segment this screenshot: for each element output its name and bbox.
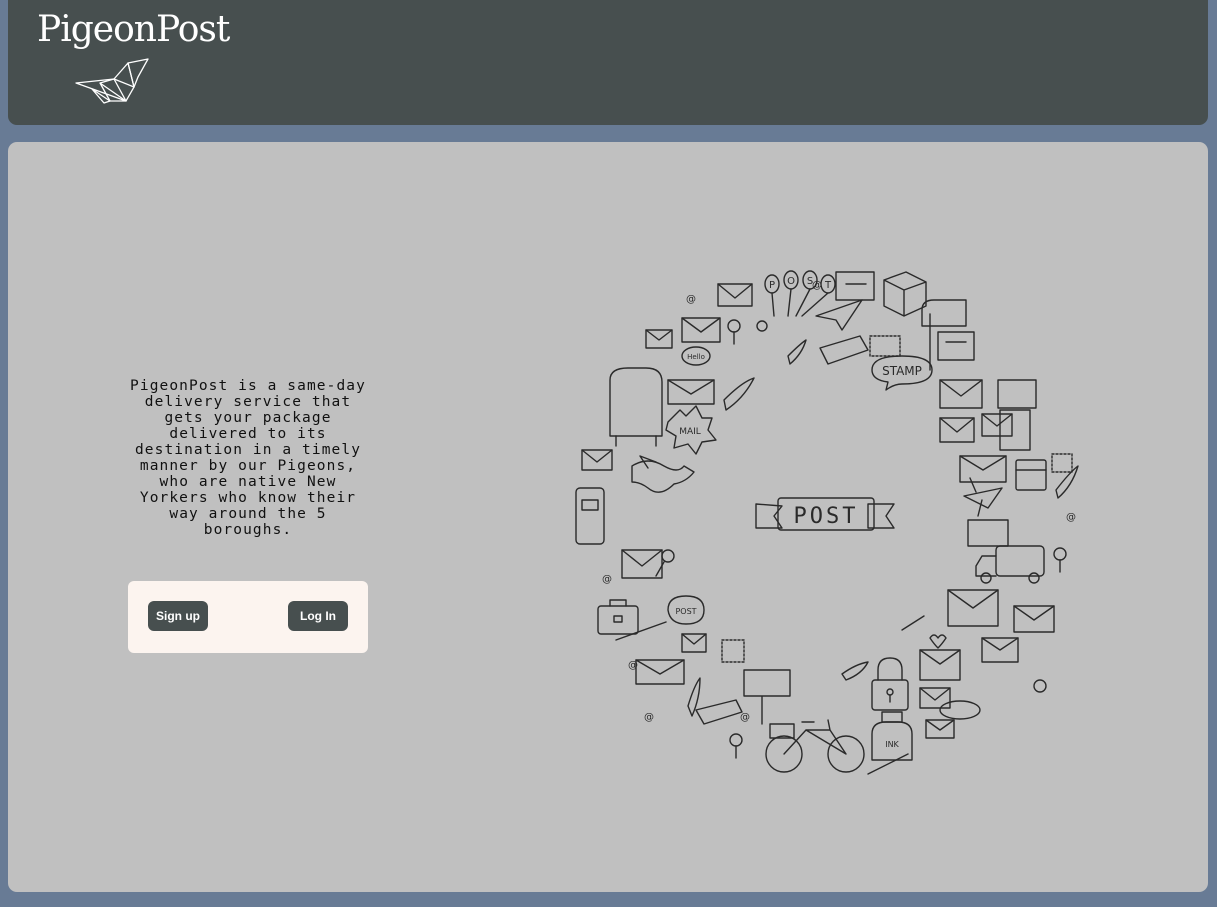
balloons: P O S T bbox=[764, 270, 836, 317]
svg-text:@: @ bbox=[812, 280, 822, 291]
brand-title[interactable]: PigeonPost bbox=[37, 8, 230, 52]
auth-box: Sign up Log In bbox=[128, 581, 368, 653]
parcel-box bbox=[883, 271, 927, 317]
origami-bird-icon[interactable] bbox=[74, 57, 150, 105]
padlock-drawing bbox=[871, 657, 909, 711]
bicycle-drawing bbox=[765, 719, 865, 773]
svg-text:@: @ bbox=[686, 294, 696, 305]
briefcase-icon bbox=[597, 599, 639, 635]
post-doodle-wreath-illustration: POST P O S T STAMP MAIL Hello POST INK @… bbox=[575, 270, 1079, 775]
mail-bubble-text: MAIL bbox=[679, 427, 701, 437]
stamp-bubble-text: STAMP bbox=[882, 364, 922, 378]
post-banner: POST bbox=[755, 497, 895, 531]
calendar-icon bbox=[1015, 459, 1047, 491]
login-button[interactable]: Log In bbox=[288, 601, 348, 631]
ink-bottle: INK bbox=[871, 711, 913, 761]
service-description: PigeonPost is a same-day delivery servic… bbox=[130, 378, 366, 538]
post-banner-text: POST bbox=[794, 504, 859, 529]
ink-label-text: INK bbox=[885, 740, 899, 749]
feather-pen-icons bbox=[615, 339, 1079, 775]
svg-text:@: @ bbox=[628, 660, 638, 671]
signup-button[interactable]: Sign up bbox=[148, 601, 208, 631]
keys-seals bbox=[655, 319, 1067, 759]
balloon-letter-o: O bbox=[787, 276, 795, 287]
svg-text:@: @ bbox=[644, 712, 654, 723]
speech-bubbles: STAMP MAIL Hello POST bbox=[665, 346, 933, 625]
post-bubble-text: POST bbox=[675, 607, 696, 616]
balloon-letter-t: T bbox=[824, 280, 832, 291]
hello-bubble-text: Hello bbox=[687, 353, 705, 361]
at-signs: @ @ @ @ @ @ @ bbox=[602, 280, 1076, 723]
svg-text:@: @ bbox=[1066, 512, 1076, 523]
delivery-truck bbox=[975, 545, 1045, 584]
hearts-envelope bbox=[919, 634, 961, 681]
pigeon-drawing bbox=[631, 455, 695, 493]
main-panel: PigeonPost is a same-day delivery servic… bbox=[8, 142, 1208, 892]
balloon-letter-p: P bbox=[769, 280, 775, 291]
svg-text:@: @ bbox=[740, 712, 750, 723]
svg-text:@: @ bbox=[602, 574, 612, 585]
stamp-sheets bbox=[695, 335, 1073, 725]
site-header: PigeonPost bbox=[8, 0, 1208, 125]
